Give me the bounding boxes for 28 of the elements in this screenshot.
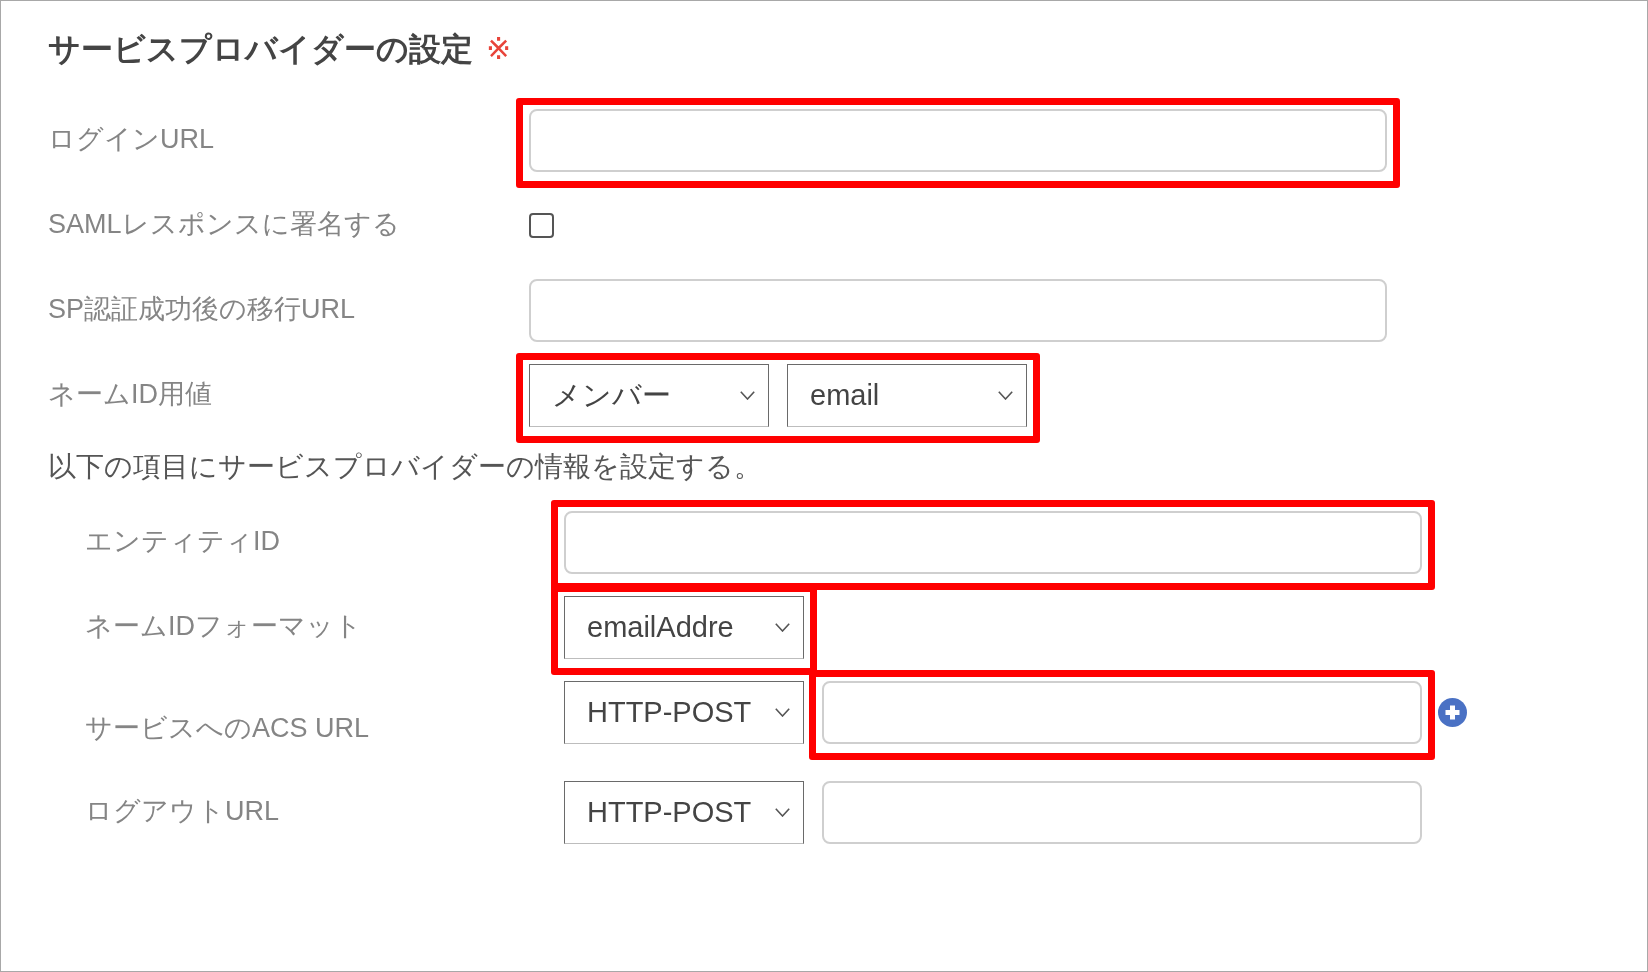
select-dropdown[interactable]: email	[787, 364, 1027, 427]
checkbox[interactable]	[529, 213, 554, 238]
text-input[interactable]	[822, 781, 1422, 844]
text-input[interactable]	[529, 279, 1387, 342]
select-dropdown[interactable]: emailAddre	[564, 596, 804, 659]
select-dropdown[interactable]: HTTP-POST	[564, 681, 804, 744]
field-label: エンティティID	[85, 525, 281, 558]
chevron-icon	[775, 808, 790, 817]
text-input[interactable]	[822, 681, 1422, 744]
field-label: サービスへのACS URL	[85, 712, 371, 745]
chevron-icon	[740, 391, 755, 400]
field-label: ログアウトURL	[85, 795, 280, 828]
required-mark: ※	[486, 31, 512, 67]
text-input[interactable]	[529, 109, 1387, 172]
chevron-icon	[998, 391, 1013, 400]
chevron-icon	[775, 623, 790, 632]
instruction-text: 以下の項目にサービスプロバイダーの情報を設定する。	[48, 450, 763, 484]
field-label: ネームID用値	[48, 378, 213, 411]
field-label: SP認証成功後の移行URL	[48, 293, 357, 326]
field-label: SAMLレスポンスに署名する	[48, 208, 401, 241]
field-label: ネームIDフォーマット	[85, 610, 363, 643]
section-title: サービスプロバイダーの設定	[48, 30, 473, 69]
chevron-icon	[775, 708, 790, 717]
select-dropdown[interactable]: メンバー	[529, 364, 769, 427]
text-input[interactable]	[564, 511, 1422, 574]
select-dropdown[interactable]: HTTP-POST	[564, 781, 804, 844]
field-label: ログインURL	[48, 123, 215, 156]
plus-icon[interactable]	[1438, 698, 1467, 727]
